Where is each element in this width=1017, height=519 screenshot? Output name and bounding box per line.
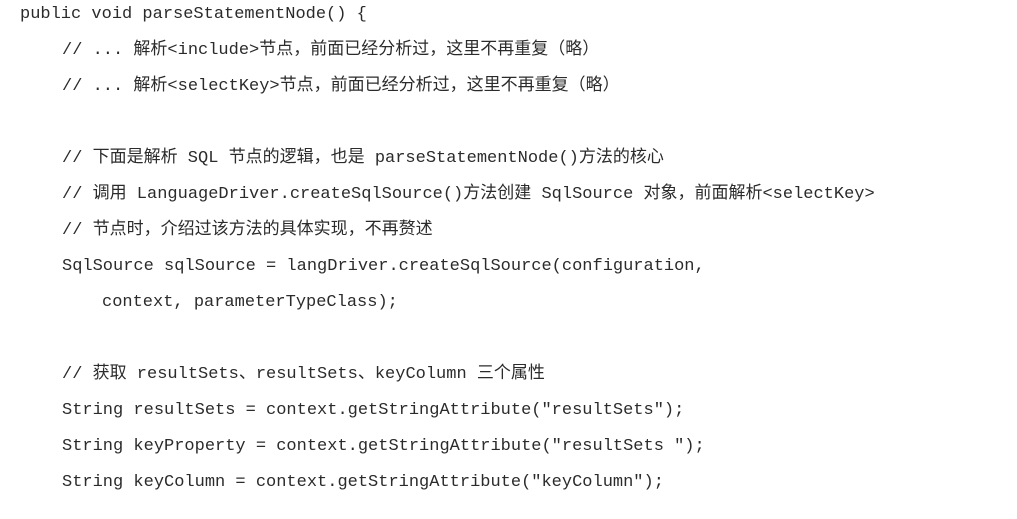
code-line-5: // 下面是解析 SQL 节点的逻辑，也是 parseStatementNode… bbox=[62, 149, 664, 168]
code-line-3: // ... 解析<selectKey>节点，前面已经分析过，这里不再重复（略） bbox=[62, 77, 620, 96]
code-listing: public void parseStatementNode() { // ..… bbox=[0, 0, 1017, 519]
code-line-12: String resultSets = context.getStringAtt… bbox=[62, 401, 685, 420]
code-line-6: // 调用 LanguageDriver.createSqlSource()方法… bbox=[62, 185, 875, 204]
code-line-8: SqlSource sqlSource = langDriver.createS… bbox=[62, 257, 705, 276]
code-line-7: // 节点时，介绍过该方法的具体实现，不再赘述 bbox=[62, 221, 433, 240]
code-line-1: public void parseStatementNode() { bbox=[20, 5, 367, 24]
code-line-11: // 获取 resultSets、resultSets、keyColumn 三个… bbox=[62, 365, 545, 384]
code-line-9: context, parameterTypeClass); bbox=[102, 293, 398, 312]
code-line-14: String keyColumn = context.getStringAttr… bbox=[62, 473, 664, 492]
code-line-2: // ... 解析<include>节点，前面已经分析过，这里不再重复（略） bbox=[62, 41, 600, 60]
code-line-13: String keyProperty = context.getStringAt… bbox=[62, 437, 705, 456]
